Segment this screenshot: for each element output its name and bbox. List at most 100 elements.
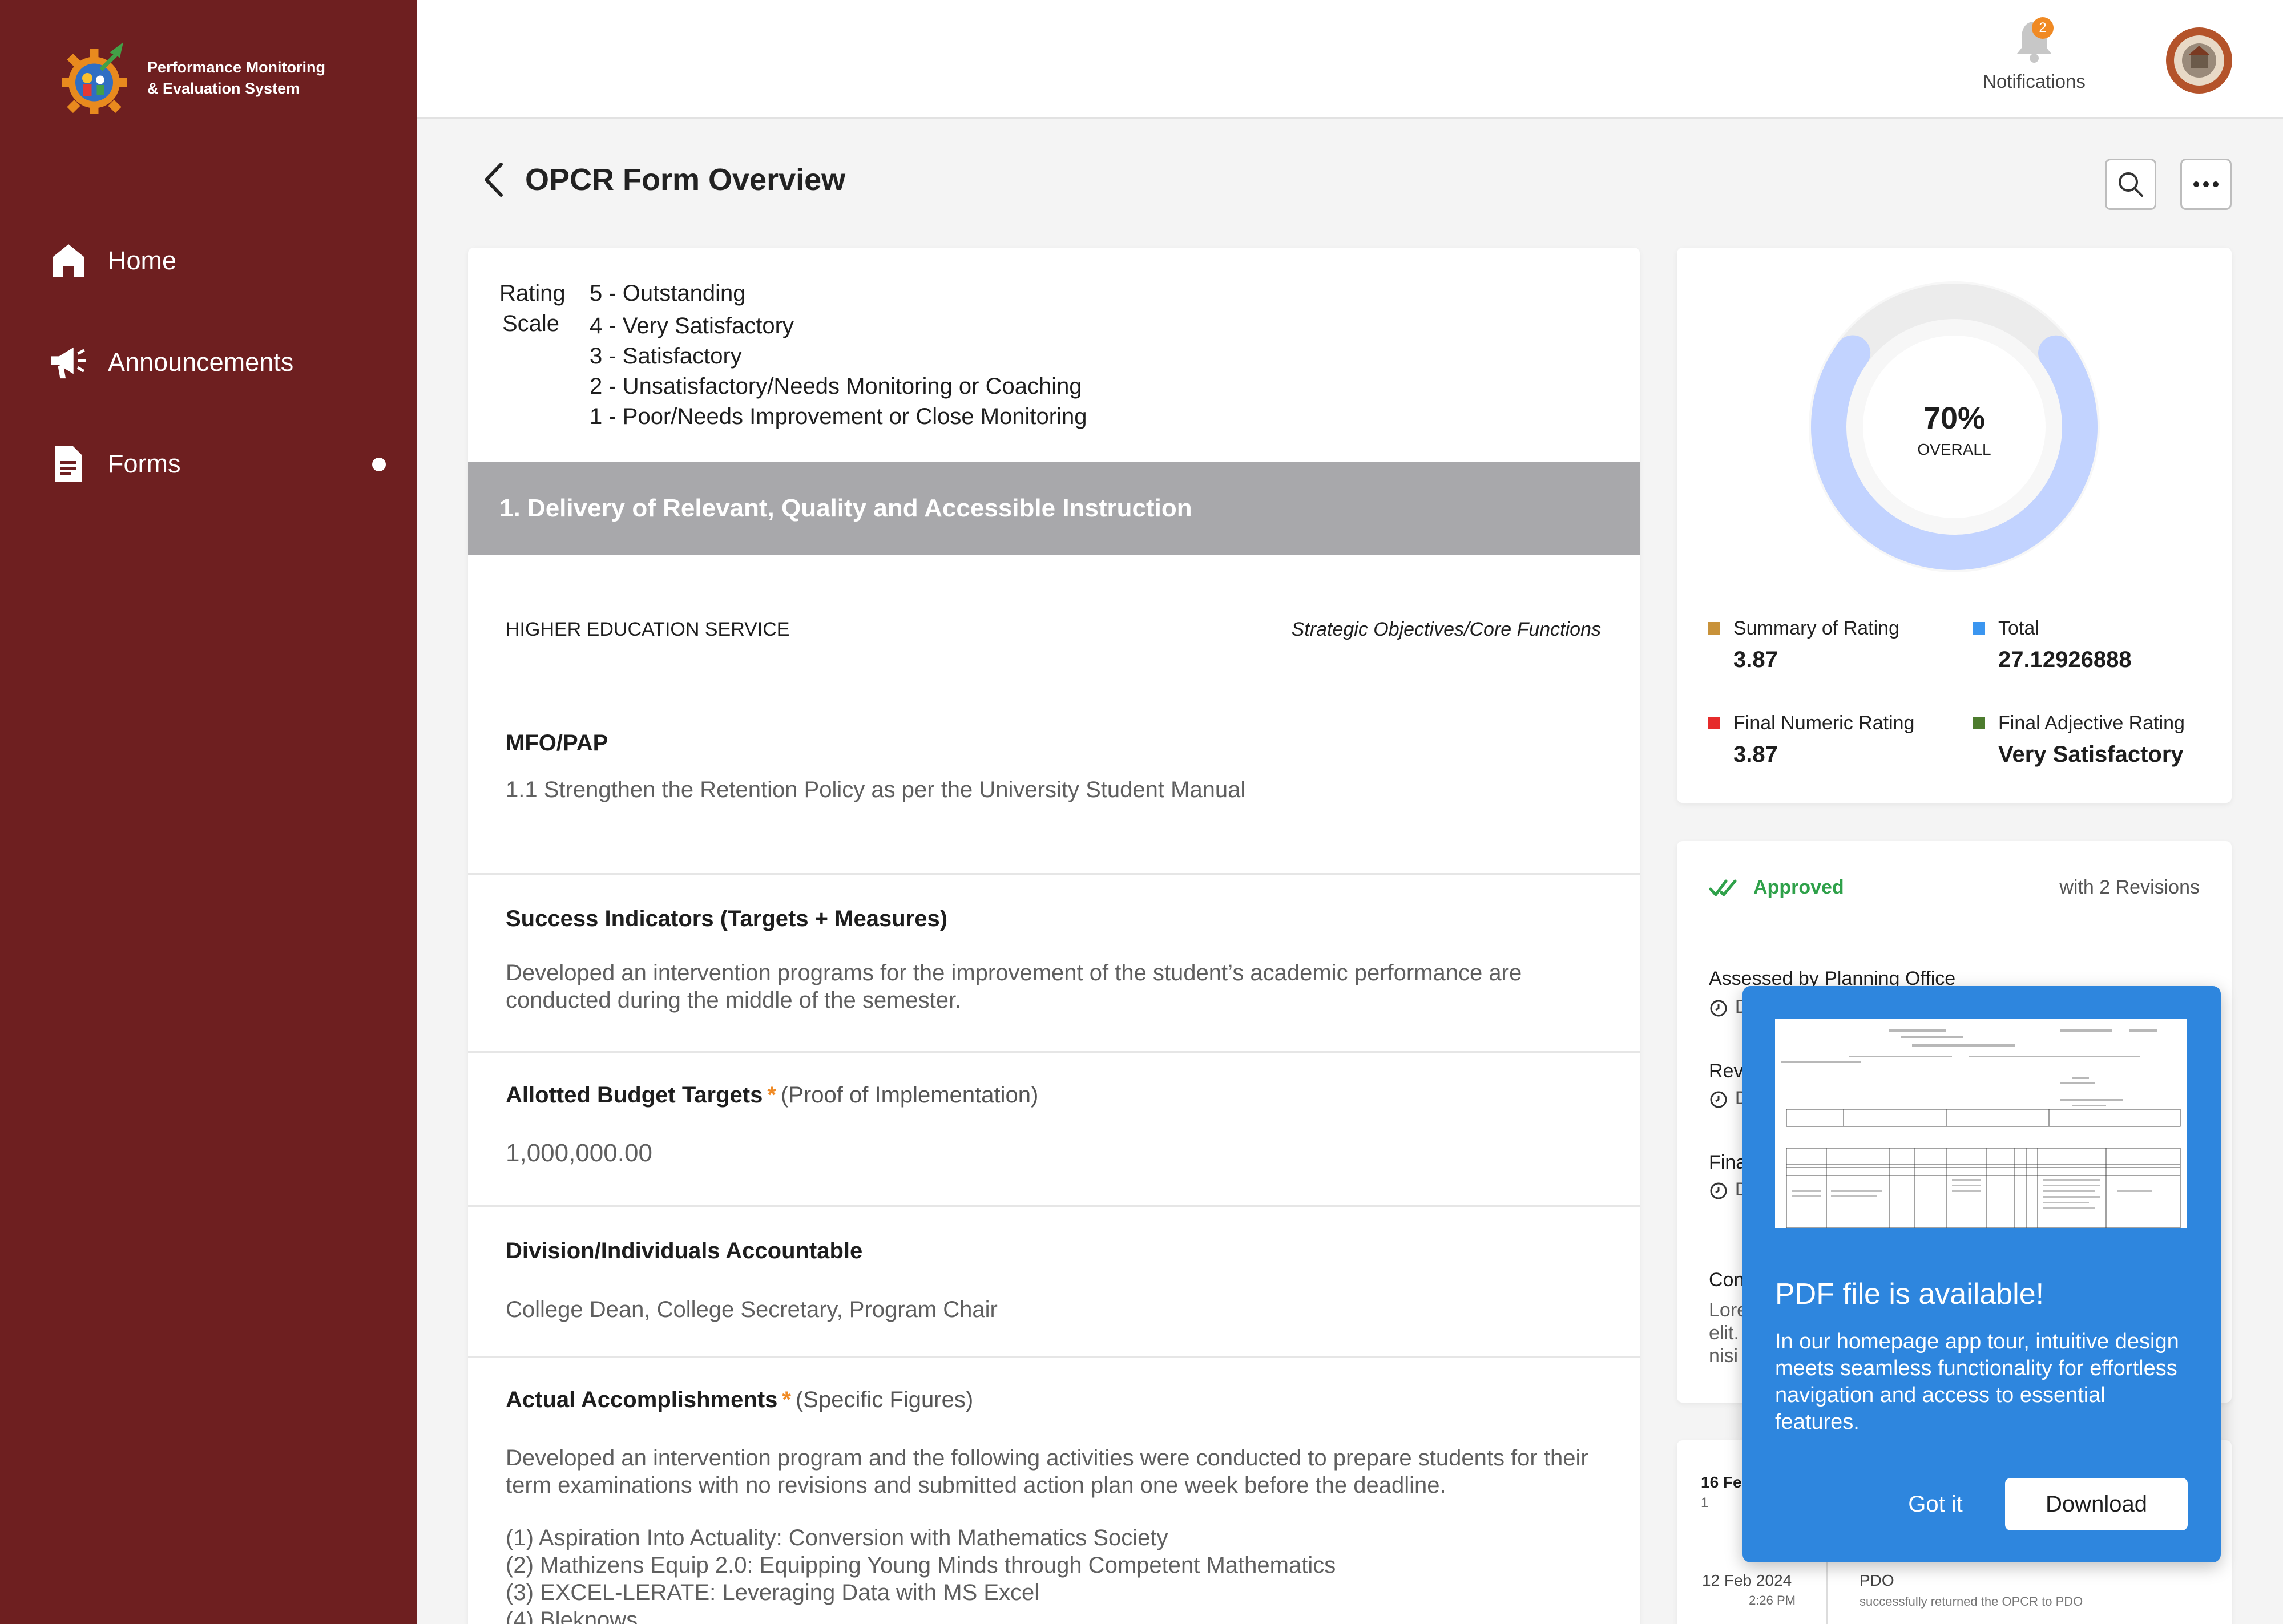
reviewed-by-label: Rev <box>1709 1060 1744 1082</box>
back-arrow-icon[interactable] <box>479 160 508 200</box>
brand-line-2: & Evaluation System <box>147 80 300 97</box>
service-label: HIGHER EDUCATION SERVICE <box>506 619 790 640</box>
actual-accomplishments-row: Actual Accomplishments * (Specific Figures… <box>468 1356 1640 1624</box>
double-check-icon <box>1709 879 1737 896</box>
brand[interactable]: Performance Monitoring & Evaluation Syst… <box>51 35 341 121</box>
list-item: (3) EXCEL-LERATE: Leveraging Data with M… <box>506 1580 1040 1605</box>
pdf-available-tour-popover: PDF file is available! In our homepage a… <box>1742 986 2221 1562</box>
final-approval-label: Fina <box>1709 1152 1747 1173</box>
status-label: Approved <box>1753 876 1844 898</box>
section-title: 1. Delivery of Relevant, Quality and Acc… <box>468 462 1640 555</box>
revisions-count: with 2 Revisions <box>2059 876 2200 898</box>
rating-scale-item: 4 - Very Satisfactory <box>590 313 794 338</box>
legend-value: 27.12926888 <box>1998 647 2132 672</box>
gear-logo-icon <box>62 42 127 114</box>
list-item: (1) Aspiration Into Actuality: Conversio… <box>506 1525 1168 1550</box>
notifications-button[interactable]: 2 Notifications <box>1977 16 2091 92</box>
search-button[interactable] <box>2105 159 2156 210</box>
budget-label: Allotted Budget Targets * (Proof of Implem… <box>506 1082 1038 1108</box>
actual-label-sub: (Specific Figures) <box>795 1387 974 1412</box>
budget-value: 1,000,000.00 <box>506 1139 652 1167</box>
mfo-label: MFO/PAP <box>506 730 608 756</box>
rating-scale-item: 5 - Outstanding <box>590 281 746 306</box>
history-entry-date: 12 Feb 2024 <box>1702 1572 1792 1589</box>
page-title: OPCR Form Overview <box>525 163 846 197</box>
sidebar-item-announcements[interactable]: Announcements <box>49 337 386 388</box>
overall-rating-card: 70% OVERALL Summary of Rating 3.87 Total… <box>1677 248 2232 803</box>
download-button[interactable]: Download <box>2005 1478 2188 1530</box>
sidebar-item-label: Forms <box>108 449 181 478</box>
success-indicators-label: Success Indicators (Targets + Measures) <box>506 906 948 931</box>
brand-name: Performance Monitoring & Evaluation Syst… <box>147 57 341 99</box>
sidebar: Performance Monitoring & Evaluation Syst… <box>0 0 417 1624</box>
bell-icon: 2 <box>2011 16 2057 67</box>
rating-scale-item: 1 - Poor/Needs Improvement or Close Moni… <box>590 404 1087 429</box>
mfo-value: 1.1 Strengthen the Retention Policy as p… <box>506 777 1246 802</box>
list-item: (2) Mathizens Equip 2.0: Equipping Young… <box>506 1553 1336 1578</box>
success-indicators-value: Developed an intervention programs for t… <box>506 960 1522 1013</box>
legend-swatch <box>1973 622 1985 635</box>
notification-count-badge: 2 <box>2032 17 2054 39</box>
megaphone-icon <box>49 343 88 382</box>
overall-caption: OVERALL <box>1917 441 1991 458</box>
comments-label: Con <box>1709 1269 1745 1291</box>
rating-scale-label-line-1: Rating <box>499 281 566 306</box>
history-entry-description: successfully returned the OPCR to PDO <box>1860 1594 2083 1609</box>
legend-swatch <box>1973 717 1985 729</box>
brand-line-1: Performance Monitoring <box>147 59 326 76</box>
comment-line: nisi <box>1709 1345 1739 1367</box>
legend-name: Summary of Rating <box>1733 617 1899 639</box>
clock-icon <box>1710 1182 1727 1199</box>
notifications-label: Notifications <box>1983 71 2086 92</box>
division-label: Division/Individuals Accountable <box>506 1238 863 1263</box>
got-it-button[interactable]: Got it <box>1878 1478 1992 1530</box>
legend-name: Total <box>1998 617 2039 639</box>
history-entry-time: 2:26 PM <box>1749 1593 1796 1607</box>
clock-icon <box>1710 1000 1727 1017</box>
rating-scale-label-line-2: Scale <box>502 311 560 336</box>
actual-accomplishments-value: Developed an intervention program and th… <box>506 1445 1588 1498</box>
history-entry-actor: PDO <box>1860 1572 1894 1589</box>
division-value: College Dean, College Secretary, Program… <box>506 1297 998 1322</box>
opcr-form-card: Rating Scale 5 - Outstanding 4 - Very Sa… <box>468 248 1640 1624</box>
clock-icon <box>1710 1091 1727 1108</box>
objectives-label: Strategic Objectives/Core Functions <box>1291 619 1601 640</box>
required-asterisk: * <box>767 1082 776 1108</box>
legend-value: 3.87 <box>1733 647 1778 672</box>
budget-row: Allotted Budget Targets * (Proof of Implem… <box>468 1051 1640 1205</box>
rating-scale-list: 5 - Outstanding 4 - Very Satisfactory 3 … <box>590 278 1087 432</box>
comment-line: elit. <box>1709 1322 1739 1344</box>
pdf-preview-image <box>1775 1019 2187 1229</box>
pdf-thumbnail[interactable] <box>1775 1019 2187 1229</box>
budget-label-text: Allotted Budget Targets <box>506 1082 763 1108</box>
rating-scale-label: Rating Scale <box>499 278 566 339</box>
legend-name: Final Numeric Rating <box>1733 712 1915 734</box>
rating-scale-item: 2 - Unsatisfactory/Needs Monitoring or C… <box>590 374 1082 399</box>
more-horizontal-icon <box>2193 181 2219 187</box>
document-icon <box>49 445 88 483</box>
home-icon <box>49 241 88 280</box>
sidebar-item-label: Announcements <box>108 348 294 377</box>
rating-scale-item: 3 - Satisfactory <box>590 344 742 369</box>
more-options-button[interactable] <box>2180 159 2232 210</box>
legend-value: 3.87 <box>1733 742 1778 767</box>
legend-value: Very Satisfactory <box>1998 742 2184 767</box>
tour-body: In our homepage app tour, intuitive desi… <box>1775 1330 2179 1434</box>
actual-accomplishments-list: (1) Aspiration Into Actuality: Conversio… <box>506 1524 1594 1624</box>
division-row: Division/Individuals Accountable College… <box>468 1205 1640 1356</box>
sidebar-item-label: Home <box>108 246 177 275</box>
legend-name: Final Adjective Rating <box>1998 712 2185 734</box>
history-date-sub: 1 <box>1701 1495 1709 1510</box>
sidebar-item-forms[interactable]: Forms <box>49 438 386 490</box>
legend-swatch <box>1708 622 1720 635</box>
list-item: (4) Bleknows <box>506 1607 638 1624</box>
user-avatar[interactable] <box>2165 26 2233 95</box>
actual-label-text: Actual Accomplishments <box>506 1387 778 1412</box>
sidebar-item-home[interactable]: Home <box>49 235 386 286</box>
comments-text: Lore elit. nisi <box>1709 1299 1748 1367</box>
budget-label-sub: (Proof of Implementation) <box>780 1082 1039 1108</box>
success-indicators-row: Success Indicators (Targets + Measures) … <box>468 873 1640 1051</box>
required-asterisk: * <box>782 1387 791 1412</box>
comment-line: Lore <box>1709 1299 1748 1321</box>
search-icon <box>2119 172 2143 197</box>
